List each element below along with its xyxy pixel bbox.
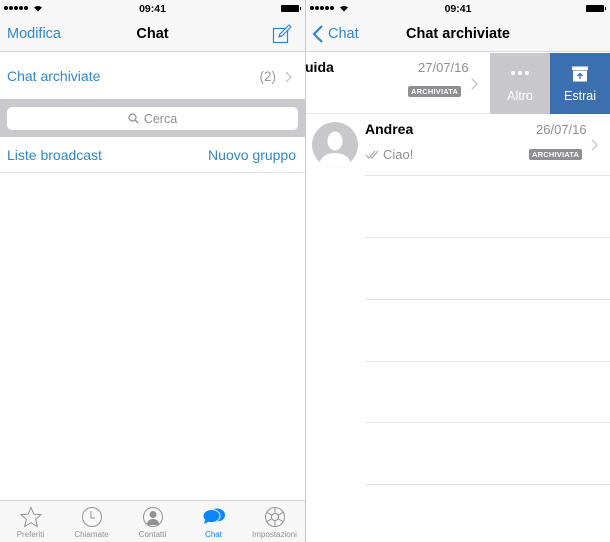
battery-icon [281, 5, 301, 12]
tab-label: Contatti [138, 530, 167, 539]
search-input[interactable]: Cerca [7, 107, 298, 130]
tab-label: Chat [205, 530, 222, 539]
battery-icon [586, 5, 606, 12]
last-message: Ciao! [365, 147, 413, 162]
chevron-right-icon [591, 139, 598, 151]
search-bar: Cerca [0, 99, 305, 137]
archived-chats-row[interactable]: Chat archiviate (2) [0, 53, 305, 99]
status-bar: 09:41 [0, 0, 305, 18]
chat-name: Andrea [365, 121, 414, 137]
row-separator [365, 175, 610, 176]
row-separator [365, 484, 610, 485]
tab-contatti[interactable]: Contatti [122, 501, 183, 542]
last-message-text: Ciao! [383, 147, 414, 162]
search-icon [128, 113, 139, 124]
clock-icon [81, 507, 102, 527]
chat-bubbles-icon [202, 508, 225, 524]
archived-count: (2) [259, 69, 277, 84]
archived-chats-screen: 09:41 Chat Chat archiviate uida 27/07/16… [306, 0, 610, 542]
navigation-bar: Modifica Chat [0, 18, 305, 52]
more-action-label: Altro [507, 89, 533, 103]
broadcast-lists-link[interactable]: Liste broadcast [7, 147, 102, 163]
tab-bar: Preferiti Chiamate Contatti Chat Imposta… [0, 500, 305, 542]
chevron-right-icon [471, 78, 478, 90]
unarchive-icon [572, 66, 588, 82]
star-icon [19, 506, 42, 528]
status-time: 09:41 [444, 3, 472, 15]
archived-badge: ARCHIVIATA [529, 149, 583, 160]
chat-row[interactable]: Andrea 26/07/16 Ciao! ARCHIVIATA [306, 114, 610, 176]
page-title: Chat archiviate [406, 26, 510, 42]
status-bar: 09:41 [306, 0, 610, 18]
row-separator [365, 237, 610, 238]
row-separator [365, 361, 610, 362]
more-dots-icon [490, 71, 550, 75]
tab-chiamate[interactable]: Chiamate [61, 501, 122, 542]
avatar [312, 122, 358, 168]
page-title: Chat [136, 26, 169, 42]
tab-chat[interactable]: Chat [183, 501, 244, 542]
tab-label: Chiamate [74, 530, 109, 539]
row-separator [365, 299, 610, 300]
tab-label: Impostazioni [252, 530, 297, 539]
chat-date: 27/07/16 [418, 60, 469, 75]
list-actions-row: Liste broadcast Nuovo gruppo [0, 137, 305, 173]
contact-icon [142, 507, 163, 527]
new-group-link[interactable]: Nuovo gruppo [208, 147, 296, 163]
archived-chats-label: Chat archiviate [7, 68, 101, 84]
more-action-button[interactable]: Altro [490, 53, 550, 114]
double-check-icon [365, 150, 379, 159]
chat-date: 26/07/16 [536, 122, 587, 137]
screenshot: 09:41 Modifica Chat Chat archiviate (2) … [0, 0, 610, 542]
unarchive-action-label: Estrai [564, 89, 596, 103]
chat-list-screen: 09:41 Modifica Chat Chat archiviate (2) … [0, 0, 305, 542]
unarchive-action-button[interactable]: Estrai [550, 53, 610, 114]
row-separator [365, 422, 610, 423]
tab-impostazioni[interactable]: Impostazioni [244, 501, 305, 542]
search-placeholder: Cerca [143, 111, 178, 126]
status-time: 09:41 [139, 3, 166, 15]
tab-label: Preferiti [16, 530, 45, 539]
navigation-bar: Chat Chat archiviate [306, 18, 610, 52]
chevron-right-icon [285, 71, 292, 83]
archived-badge: ARCHIVIATA [408, 86, 462, 97]
gear-icon [264, 507, 285, 527]
tab-preferiti[interactable]: Preferiti [0, 501, 61, 542]
chat-name: uida [306, 59, 334, 75]
compose-icon[interactable] [272, 24, 292, 44]
